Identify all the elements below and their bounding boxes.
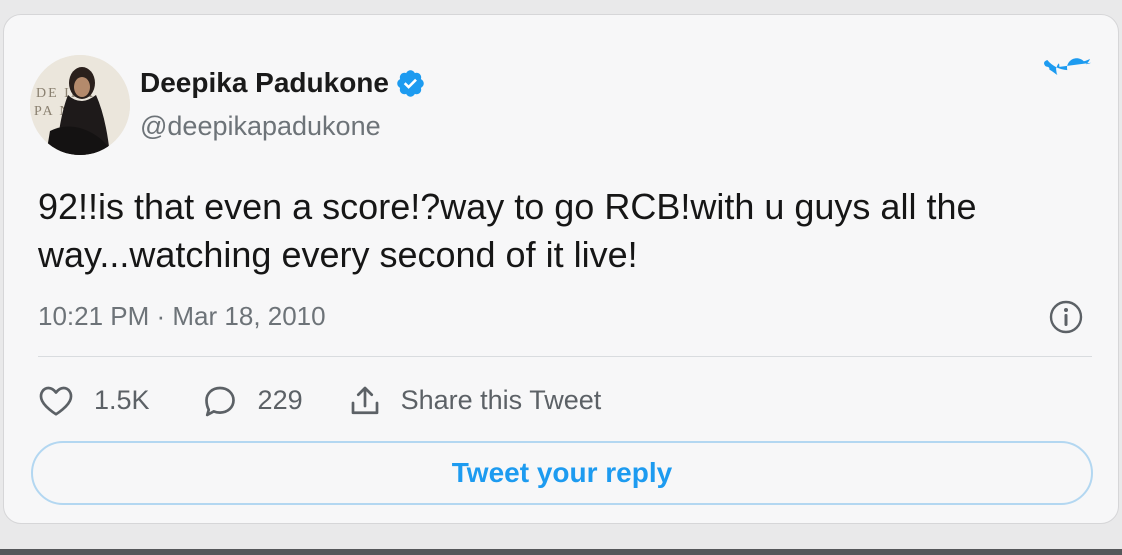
- tweet-actions: 1.5K 229 Share this Tweet: [38, 379, 601, 421]
- share-button[interactable]: Share this Tweet: [347, 383, 602, 417]
- twitter-bird-icon[interactable]: [1044, 57, 1092, 99]
- share-label: Share this Tweet: [400, 384, 602, 415]
- author-name-row[interactable]: Deepika Padukone: [140, 67, 426, 99]
- share-icon: [351, 386, 378, 415]
- divider: [38, 356, 1092, 357]
- like-button[interactable]: 1.5K: [38, 383, 150, 417]
- info-icon[interactable]: [1048, 299, 1084, 335]
- comment-icon: [204, 386, 235, 417]
- reply-action-button[interactable]: 229: [202, 383, 303, 417]
- tweet-your-reply-button[interactable]: Tweet your reply: [31, 441, 1093, 505]
- tweet-text: 92!!is that even a score!?way to go RCB!…: [38, 186, 977, 275]
- tweet-timestamp[interactable]: 10:21 PM · Mar 18, 2010: [38, 301, 326, 332]
- like-count: 1.5K: [94, 384, 150, 415]
- verified-badge-icon: [397, 69, 424, 97]
- bottom-edge-bar: [0, 549, 1122, 555]
- reply-count: 229: [257, 384, 303, 415]
- avatar[interactable]: DE IKA PA NE: [30, 55, 130, 155]
- avatar-image: DE IKA PA NE: [30, 55, 130, 155]
- author-name[interactable]: Deepika Padukone: [140, 67, 389, 99]
- author-handle[interactable]: @deepikapadukone: [140, 111, 381, 142]
- tweet-card: DE IKA PA NE Deepika Padukone @deepikapa…: [3, 14, 1119, 524]
- heart-icon: [39, 386, 73, 416]
